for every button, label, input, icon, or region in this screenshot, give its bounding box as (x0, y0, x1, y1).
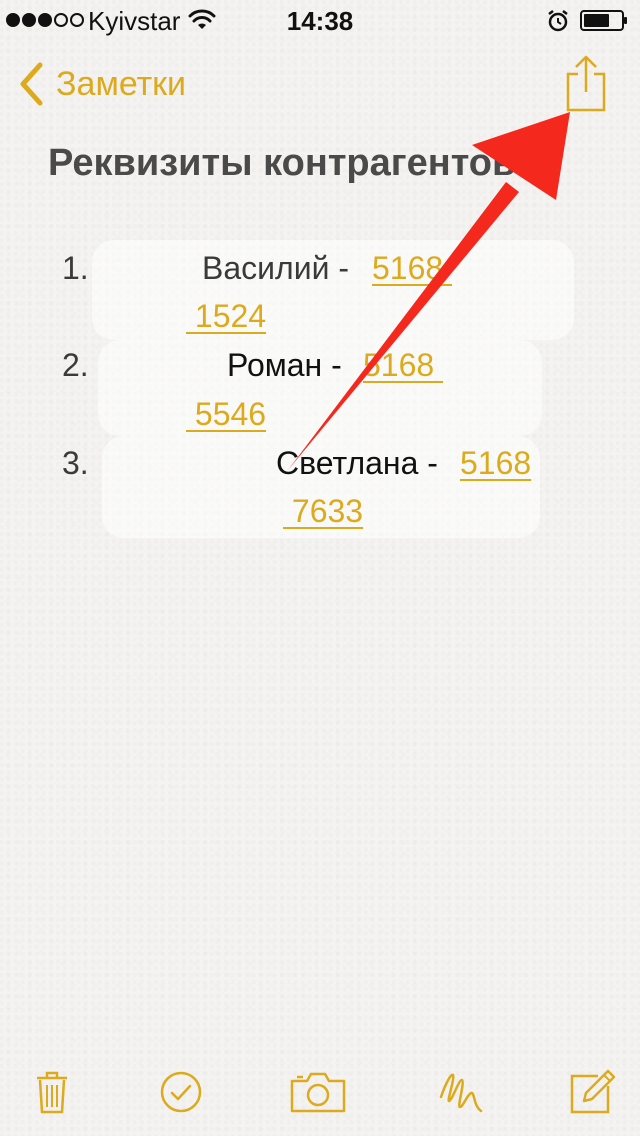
back-button-label: Заметки (56, 64, 187, 103)
status-time: 14:38 (286, 6, 354, 36)
card-number-link[interactable]: 1524 (186, 298, 266, 335)
share-icon[interactable] (562, 54, 610, 112)
battery-icon (580, 10, 627, 31)
card-number-link[interactable]: 5546 (186, 396, 266, 433)
compose-icon (570, 1069, 616, 1114)
card-number-link[interactable]: 5168 (363, 347, 443, 384)
navigation-bar: Заметки (0, 40, 640, 128)
card-number-link[interactable]: 5168 (372, 250, 452, 287)
list-number: 1. (62, 250, 89, 286)
contact-name[interactable]: Василий - (202, 250, 349, 287)
sketch-button[interactable] (430, 1062, 490, 1122)
chevron-left-icon (20, 62, 43, 106)
alarm-icon (548, 10, 568, 32)
trash-button[interactable] (22, 1062, 82, 1122)
camera-icon (290, 1072, 346, 1113)
card-number-link[interactable]: 7633 (283, 493, 363, 530)
status-bar: Kyivstar 14:38 (0, 0, 640, 40)
contact-name[interactable]: Роман - (227, 347, 342, 384)
card-number-link[interactable]: 5168 (460, 445, 531, 482)
list-number: 3. (62, 445, 89, 481)
list-number: 2. (62, 347, 89, 383)
contact-name[interactable]: Светлана - (276, 445, 438, 482)
bottom-toolbar (0, 1048, 640, 1136)
checklist-button[interactable] (151, 1062, 211, 1122)
compose-button[interactable] (562, 1062, 622, 1122)
note-title[interactable]: Реквизиты контрагентов (48, 142, 515, 185)
back-button[interactable]: Заметки (18, 60, 186, 108)
camera-button[interactable] (288, 1062, 348, 1122)
trash-icon (37, 1071, 67, 1114)
sketch-icon (439, 1073, 483, 1113)
checklist-icon (160, 1071, 202, 1113)
